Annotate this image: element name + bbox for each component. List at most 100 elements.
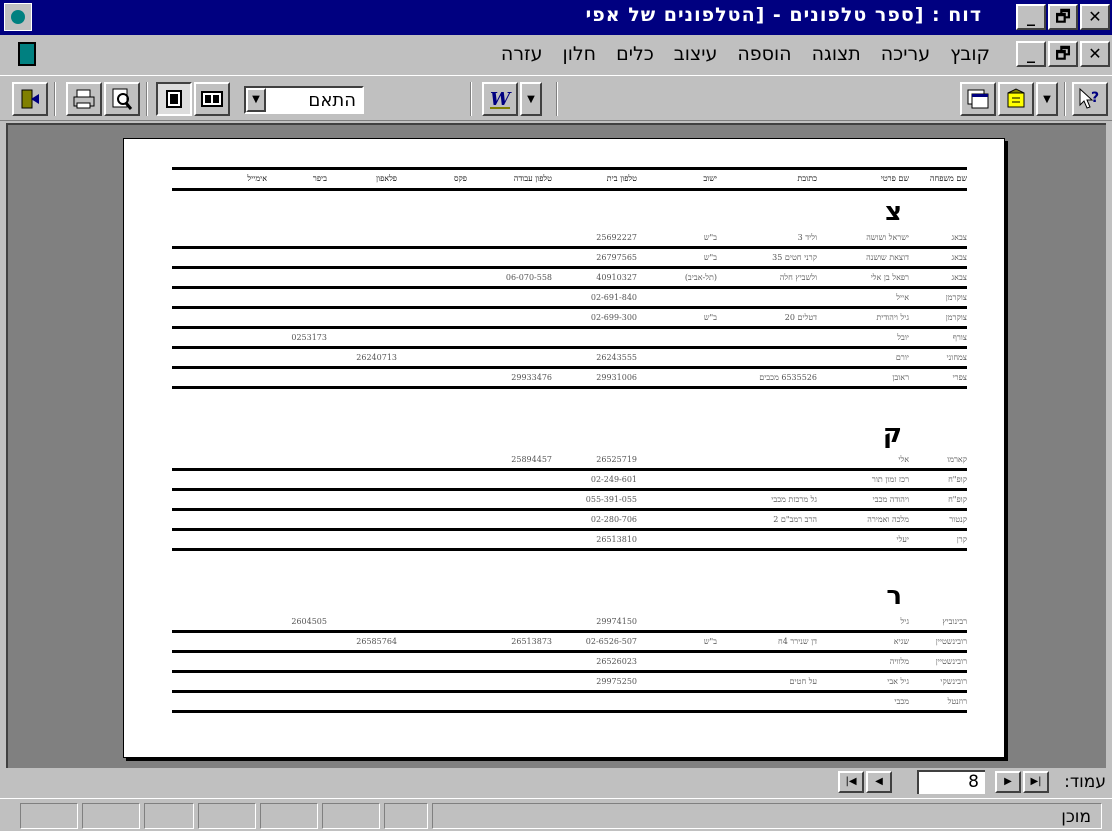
print-preview-area[interactable]: שם משפחה שם פרטי כתובת ישוב טלפון בית טלפון ע…: [6, 123, 1106, 768]
table-cell-home: 02-691-840: [590, 293, 637, 302]
close-preview-button[interactable]: [12, 82, 48, 116]
menu-insert[interactable]: הוספה: [737, 43, 791, 65]
table-cell-home: 29974150: [596, 617, 637, 626]
table-cell-first: רפאל בן אלי: [870, 273, 909, 282]
new-object-dropdown[interactable]: ▼: [1036, 82, 1058, 116]
office-links-dropdown[interactable]: ▼: [520, 82, 542, 116]
print-button[interactable]: [66, 82, 102, 116]
column-header: שם פרטי: [880, 174, 909, 183]
table-cell-city: (תל-אביב): [684, 273, 717, 282]
column-header: שם משפחה: [929, 174, 967, 183]
table-cell-last: קופ"ח: [948, 475, 967, 484]
office-links-button[interactable]: W: [482, 82, 518, 116]
restore-button[interactable]: 🗗: [1048, 4, 1078, 30]
next-icon: ▶: [1004, 776, 1012, 787]
table-cell-home: 29975250: [596, 677, 637, 686]
table-cell-first: יובל: [897, 333, 909, 342]
status-message-panel: מוכן: [432, 803, 1102, 829]
zoom-button[interactable]: [104, 82, 140, 116]
column-header-row: שם משפחה שם פרטי כתובת ישוב טלפון בית טלפון ע…: [172, 170, 967, 188]
doc-close-button[interactable]: ✕: [1080, 41, 1110, 67]
zoom-value: התאם: [308, 90, 356, 111]
table-cell-address: קרני חטים 35: [772, 253, 817, 262]
magnifier-page-icon: [112, 88, 133, 110]
column-header: כתובת: [797, 174, 817, 183]
table-cell-address: גל מרכזת מכבי: [771, 495, 817, 504]
status-panel: [20, 803, 78, 829]
column-header: ביפר: [312, 174, 327, 183]
table-cell-last: צבאג: [951, 253, 968, 262]
table-cell-first: ראובן: [892, 373, 909, 382]
table-cell-last: רובינשטיין: [935, 637, 967, 646]
next-page-button[interactable]: ▶: [995, 771, 1021, 793]
menu-file[interactable]: קובץ: [950, 43, 990, 65]
section-letter-row: ר: [172, 575, 967, 613]
table-cell-last: קרן: [956, 535, 967, 544]
report-page: שם משפחה שם פרטי כתובת ישוב טלפון בית טלפון ע…: [123, 138, 1005, 758]
menu-bar: קובץ עריכה תצוגה הוספה עיצוב כלים חלון ע…: [0, 35, 1112, 75]
exit-door-icon: [21, 89, 39, 109]
doc-restore-button[interactable]: 🗗: [1048, 41, 1078, 67]
menu-edit[interactable]: עריכה: [881, 43, 930, 65]
menu-window[interactable]: חלון: [563, 43, 597, 65]
table-cell-first: יורם: [895, 353, 909, 362]
help-pointer-icon: ?: [1079, 87, 1099, 109]
two-pages-button[interactable]: [194, 82, 230, 116]
app-icon[interactable]: [4, 3, 32, 31]
one-page-button[interactable]: [156, 82, 192, 116]
close-button[interactable]: ✕: [1080, 4, 1110, 30]
single-page-icon: [166, 90, 182, 108]
help-button[interactable]: ?: [1072, 82, 1108, 116]
table-cell-mobile: 26240713: [356, 353, 397, 362]
column-header: ישוב: [703, 174, 717, 183]
status-panel: [322, 803, 380, 829]
table-cell-address: על חטים: [789, 677, 817, 686]
table-row: צמחוני יורם 26243555 26240713: [172, 349, 967, 366]
first-page-button[interactable]: |◀: [838, 771, 864, 793]
menu-help[interactable]: עזרה: [501, 43, 543, 65]
table-cell-home: 26797565: [596, 253, 637, 262]
table-cell-last: רבינוביץ: [942, 617, 967, 626]
table-cell-work: 26513873: [511, 637, 552, 646]
previous-page-button[interactable]: ◀: [866, 771, 892, 793]
table-cell-home: 26525719: [596, 455, 637, 464]
table-cell-work: 06-070-558: [505, 273, 552, 282]
zoom-combo[interactable]: ▼ התאם: [244, 86, 364, 114]
table-cell-last: רובינשטיין: [935, 657, 967, 666]
table-row: קנטור מלכה ואמירה הרב רמב"ם 2 02-280-706: [172, 511, 967, 528]
table-cell-work: 25894457: [511, 455, 552, 464]
table-cell-city: ב"ש: [703, 637, 717, 646]
svg-text:?: ?: [1091, 90, 1099, 106]
table-cell-home: 02-699-300: [590, 313, 637, 322]
new-object-button[interactable]: [998, 82, 1034, 116]
first-page-icon: |◀: [845, 776, 857, 787]
table-cell-last: צפרי: [952, 373, 967, 382]
minimize-button[interactable]: _: [1016, 4, 1046, 30]
table-cell-first: אייל: [896, 293, 909, 302]
menu-tools[interactable]: כלים: [616, 43, 654, 65]
menu-format[interactable]: עיצוב: [674, 43, 718, 65]
page-number-input[interactable]: 8: [917, 770, 985, 794]
window-title: דוח : [ספר טלפונים - [הטלפונים של אפי: [585, 4, 982, 26]
table-cell-home: 02-249-601: [590, 475, 637, 484]
table-cell-address: דן שנירר 4ח: [777, 637, 817, 646]
table-cell-last: צבאג: [951, 273, 968, 282]
chevron-down-icon: ▼: [527, 93, 535, 105]
status-panel: [82, 803, 140, 829]
toolbar: ▼ התאם W ▼ ▼ ?: [0, 75, 1112, 121]
table-cell-home: 02-280-706: [590, 515, 637, 524]
document-icon[interactable]: [18, 42, 36, 66]
menu-view[interactable]: תצוגה: [812, 43, 861, 65]
table-row: צבאג רפאל בן אלי ולשביץ חלה (תל-אביב) 409103…: [172, 269, 967, 286]
table-cell-first: ויהודה מכבי: [872, 495, 909, 504]
table-row: צוקרמן אייל 02-691-840: [172, 289, 967, 306]
last-page-button[interactable]: ▶|: [1023, 771, 1049, 793]
table-row: קרן יעלי 26513810: [172, 531, 967, 548]
doc-minimize-button[interactable]: _: [1016, 41, 1046, 67]
printer-icon: [73, 89, 95, 109]
database-window-button[interactable]: [960, 82, 996, 116]
table-cell-home: 055-391-055: [585, 495, 637, 504]
table-cell-home: 02-6526-507: [585, 637, 637, 646]
chevron-down-icon[interactable]: ▼: [246, 88, 266, 112]
